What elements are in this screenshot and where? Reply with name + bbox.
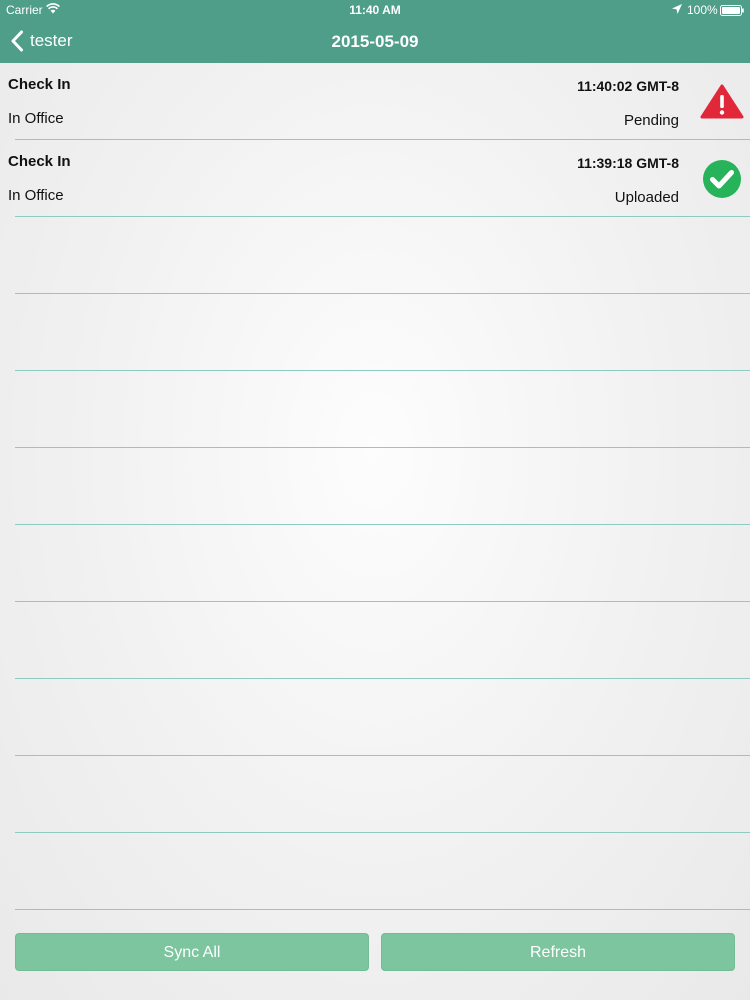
refresh-button[interactable]: Refresh	[381, 933, 735, 971]
item-title: Check In	[8, 76, 71, 93]
check-circle-icon	[703, 160, 741, 198]
status-time: 11:40 AM	[349, 3, 401, 17]
empty-row	[0, 217, 750, 294]
list-item[interactable]: Check In In Office 11:39:18 GMT-8 Upload…	[0, 140, 750, 217]
battery-icon	[720, 5, 744, 16]
page-title: 2015-05-09	[331, 32, 419, 51]
empty-row	[0, 602, 750, 679]
empty-row	[0, 448, 750, 525]
location-arrow-icon	[672, 4, 682, 14]
empty-row	[0, 525, 750, 602]
empty-row	[0, 294, 750, 371]
item-status: Pending	[623, 112, 679, 129]
item-subtitle: In Office	[8, 110, 64, 127]
empty-row	[0, 756, 750, 833]
item-subtitle: In Office	[8, 187, 64, 204]
item-time: 11:40:02 GMT-8	[577, 78, 679, 94]
empty-row	[0, 371, 750, 448]
empty-row	[0, 679, 750, 756]
item-time: 11:39:18 GMT-8	[577, 155, 679, 171]
check-in-list: Check In In Office 11:40:02 GMT-8 Pendin…	[0, 63, 750, 910]
battery-percentage: 100%	[687, 3, 718, 17]
item-title: Check In	[8, 153, 71, 170]
warning-icon	[700, 84, 744, 119]
navigation-bar: Carrier 11:40 AM 100% tester 2015-05-09	[0, 0, 750, 63]
empty-row	[0, 833, 750, 910]
list-item[interactable]: Check In In Office 11:40:02 GMT-8 Pendin…	[0, 63, 750, 140]
status-bar: Carrier 11:40 AM 100%	[0, 0, 750, 20]
sync-all-button[interactable]: Sync All	[15, 933, 369, 971]
item-status: Uploaded	[614, 189, 679, 206]
